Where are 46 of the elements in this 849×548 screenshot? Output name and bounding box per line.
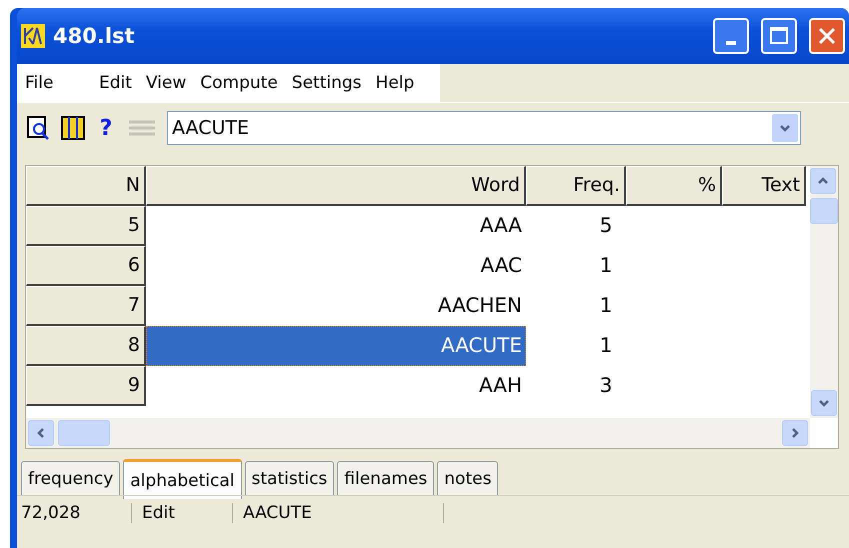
search-document-icon[interactable] bbox=[27, 116, 51, 140]
maximize-button[interactable] bbox=[761, 18, 797, 54]
menu-item[interactable]: Settings bbox=[292, 73, 362, 93]
tab[interactable]: alphabetical bbox=[123, 459, 242, 499]
scroll-down-button[interactable] bbox=[811, 390, 837, 416]
row-number: 5 bbox=[26, 206, 146, 246]
column-header[interactable]: Word bbox=[146, 166, 526, 206]
scroll-thumb[interactable] bbox=[58, 420, 110, 446]
vertical-scrollbar[interactable] bbox=[810, 166, 838, 418]
tab[interactable]: filenames bbox=[337, 461, 434, 495]
column-header[interactable]: % bbox=[626, 166, 722, 206]
horizontal-scrollbar[interactable] bbox=[26, 418, 810, 448]
status-field: AACUTE bbox=[239, 503, 444, 523]
maximize-icon bbox=[769, 26, 789, 46]
row-number: 7 bbox=[26, 286, 146, 326]
status-field: 72,028 bbox=[17, 503, 132, 523]
close-button[interactable] bbox=[809, 18, 845, 54]
minimize-icon bbox=[726, 41, 736, 45]
menu-item[interactable]: File bbox=[25, 73, 85, 93]
scroll-up-button[interactable] bbox=[810, 168, 836, 194]
dropdown-button[interactable] bbox=[772, 114, 798, 142]
menu-item[interactable]: Edit bbox=[99, 73, 132, 93]
word-cell[interactable]: AACUTE bbox=[146, 326, 526, 366]
app-icon bbox=[21, 24, 45, 48]
row-number: 6 bbox=[26, 246, 146, 286]
row-number: 9 bbox=[26, 366, 146, 406]
scroll-right-button[interactable] bbox=[782, 420, 808, 446]
tab[interactable]: notes bbox=[437, 461, 498, 495]
word-combo-box[interactable]: AACUTE bbox=[167, 111, 801, 145]
close-icon bbox=[817, 26, 837, 46]
scroll-thumb[interactable] bbox=[810, 198, 838, 224]
help-button[interactable]: ? bbox=[95, 116, 117, 140]
column-header[interactable]: Text bbox=[722, 166, 806, 206]
scroll-left-button[interactable] bbox=[28, 420, 54, 446]
menu-item[interactable]: View bbox=[146, 73, 186, 93]
column-header[interactable]: N bbox=[26, 166, 146, 206]
column-header[interactable]: Freq. bbox=[526, 166, 626, 206]
minimize-button[interactable] bbox=[713, 18, 749, 54]
menu-item[interactable]: Compute bbox=[200, 73, 278, 93]
columns-icon[interactable] bbox=[61, 116, 85, 140]
tab[interactable]: frequency bbox=[21, 461, 120, 495]
menu-item[interactable]: Help bbox=[376, 73, 414, 93]
status-field: Edit bbox=[138, 503, 233, 523]
window-title: 480.lst bbox=[53, 24, 136, 48]
tab[interactable]: statistics bbox=[244, 461, 334, 495]
row-number: 8 bbox=[26, 326, 146, 366]
